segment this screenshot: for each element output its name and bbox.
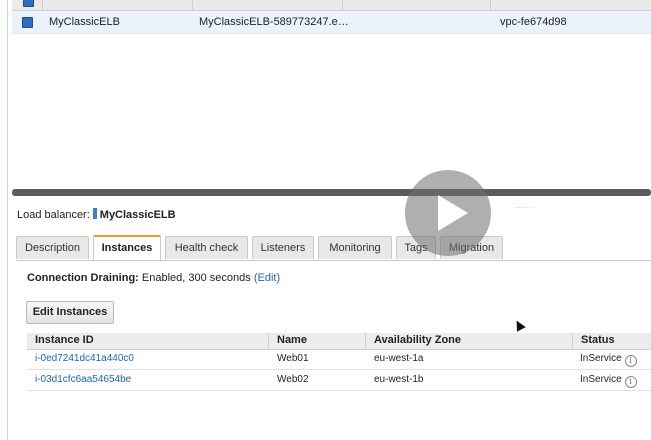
instance-status: InService i <box>580 374 637 388</box>
header-name[interactable]: Name <box>277 334 307 346</box>
lb-dns-cell: MyClassicELB-589773247.e… <box>199 16 349 28</box>
tab-health-check[interactable]: Health check <box>165 236 248 259</box>
tab-instances[interactable]: Instances <box>93 235 161 261</box>
connection-draining-value: Enabled, 300 seconds <box>141 272 251 284</box>
select-all-checkbox[interactable] <box>23 0 34 7</box>
tab-monitoring[interactable]: Monitoring <box>318 236 392 259</box>
table-row[interactable]: i-0ed7241dc41a440c0 Web01 eu-west-1a InS… <box>27 349 651 370</box>
load-balancer-title: Load balancer: MyClassicELB <box>17 208 176 221</box>
instance-az: eu-west-1a <box>374 353 424 364</box>
column-divider <box>365 333 366 349</box>
video-play-button[interactable] <box>405 170 491 256</box>
lb-table-row[interactable]: MyClassicELB MyClassicELB-589773247.e… v… <box>12 11 651 34</box>
instance-status-text: InService <box>580 374 622 385</box>
column-divider <box>342 0 343 10</box>
instance-id-link[interactable]: i-03d1cfc6aa54654be <box>35 374 131 385</box>
header-instance-id[interactable]: Instance ID <box>35 334 94 346</box>
lb-name-cell: MyClassicELB <box>49 16 120 28</box>
header-availability-zone[interactable]: Availability Zone <box>374 334 461 346</box>
play-icon <box>438 195 468 231</box>
splitter-grip-icon[interactable]: ⋯⋯ <box>515 203 533 212</box>
table-row[interactable]: i-03d1cfc6aa54654be Web02 eu-west-1b InS… <box>27 370 651 391</box>
tab-description[interactable]: Description <box>16 236 89 259</box>
instance-status-text: InService <box>580 353 622 364</box>
tab-listeners[interactable]: Listeners <box>252 236 314 259</box>
instance-status: InService i <box>580 353 637 367</box>
instance-az: eu-west-1b <box>374 374 424 385</box>
instance-name: Web01 <box>277 353 309 364</box>
column-divider <box>192 0 193 10</box>
column-divider <box>268 333 269 349</box>
header-status[interactable]: Status <box>581 334 615 346</box>
info-icon[interactable]: i <box>624 376 637 388</box>
lb-vpc-cell: vpc-fe674d98 <box>500 16 567 28</box>
edit-draining-link[interactable]: (Edit) <box>254 272 280 284</box>
load-balancer-label: Load balancer: <box>17 209 90 221</box>
instance-id-link[interactable]: i-0ed7241dc41a440c0 <box>35 353 134 364</box>
lb-color-marker <box>92 208 97 219</box>
pane-splitter[interactable] <box>12 189 651 196</box>
row-checkbox[interactable] <box>22 17 33 28</box>
column-divider <box>490 0 491 10</box>
instances-table-header: Instance ID Name Availability Zone Statu… <box>27 333 651 350</box>
column-divider <box>42 0 43 10</box>
lb-table-header <box>12 0 651 11</box>
connection-draining-label: Connection Draining: <box>27 272 139 284</box>
tabs-divider <box>16 260 651 261</box>
load-balancer-name: MyClassicELB <box>99 209 176 221</box>
connection-draining: Connection Draining: Enabled, 300 second… <box>27 272 280 284</box>
left-border <box>7 0 8 440</box>
mouse-cursor-icon <box>512 318 526 332</box>
info-icon[interactable]: i <box>624 355 637 367</box>
column-divider <box>572 333 573 349</box>
edit-instances-button[interactable]: Edit Instances <box>26 301 114 324</box>
instance-name: Web02 <box>277 374 309 385</box>
